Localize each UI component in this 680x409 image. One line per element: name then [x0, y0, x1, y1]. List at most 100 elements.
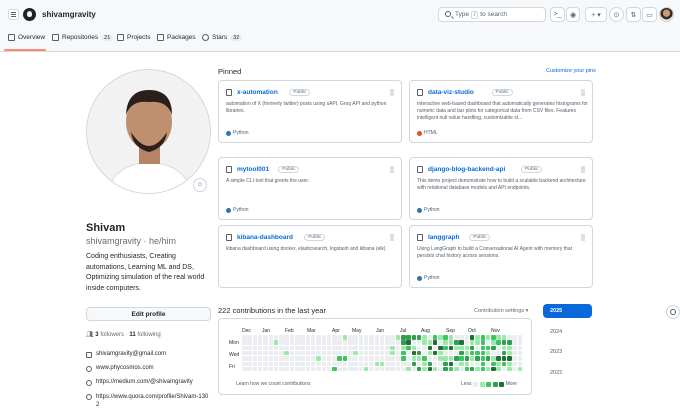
contribution-day[interactable] [326, 356, 332, 361]
contribution-day[interactable] [363, 361, 369, 366]
contribution-day[interactable] [316, 340, 321, 345]
contribution-day[interactable] [242, 366, 247, 372]
contribution-day[interactable] [321, 366, 326, 372]
contribution-day[interactable] [438, 366, 443, 372]
contribution-day[interactable] [273, 345, 279, 351]
github-logo-icon[interactable] [23, 8, 36, 21]
contribution-day[interactable] [305, 345, 311, 351]
contribution-day[interactable] [469, 361, 475, 366]
contribution-day[interactable] [475, 366, 480, 372]
contribution-day[interactable] [289, 335, 295, 340]
contribution-day[interactable] [385, 345, 390, 351]
tab-projects[interactable]: Projects [117, 34, 150, 41]
contribution-day[interactable] [332, 345, 337, 351]
contribution-day[interactable] [480, 361, 485, 366]
contribution-day[interactable] [374, 366, 379, 372]
email-link[interactable]: shivamgravity@gmail.com [86, 351, 166, 358]
contribution-day[interactable] [247, 366, 252, 372]
contribution-day[interactable] [427, 361, 432, 366]
copilot-icon[interactable]: ◉ [566, 7, 580, 22]
contribution-day[interactable] [422, 345, 427, 351]
contribution-day[interactable] [443, 340, 448, 345]
contribution-day[interactable] [485, 361, 491, 366]
contribution-day[interactable] [480, 340, 485, 345]
contribution-day[interactable] [263, 335, 268, 340]
contribution-day[interactable] [273, 366, 279, 372]
contribution-day[interactable] [411, 335, 417, 340]
contribution-day[interactable] [475, 340, 480, 345]
contribution-day[interactable] [464, 366, 470, 372]
quora-text[interactable]: https://www.quora.com/profile/Shivam-130 [96, 394, 208, 400]
contribution-day[interactable] [374, 345, 379, 351]
contribution-day[interactable] [464, 340, 470, 345]
contribution-day[interactable] [507, 350, 512, 356]
contribution-day[interactable] [326, 366, 332, 372]
contribution-day[interactable] [337, 356, 342, 361]
contribution-day[interactable] [358, 335, 364, 340]
contribution-day[interactable] [316, 345, 321, 351]
contribution-day[interactable] [268, 345, 273, 351]
contribution-day[interactable] [353, 356, 358, 361]
contribution-day[interactable] [496, 361, 501, 366]
contribution-day[interactable] [300, 366, 305, 372]
contribution-day[interactable] [459, 345, 464, 351]
issues-icon[interactable]: ⊙ [609, 7, 624, 22]
contribution-day[interactable] [512, 366, 517, 372]
contribution-day[interactable] [416, 340, 422, 345]
contribution-day[interactable] [289, 361, 295, 366]
contribution-day[interactable] [316, 335, 321, 340]
contribution-day[interactable] [517, 335, 523, 340]
contribution-day[interactable] [300, 345, 305, 351]
contribution-day[interactable] [507, 356, 512, 361]
contribution-day[interactable] [454, 335, 459, 340]
contribution-day[interactable] [337, 345, 342, 351]
contribution-day[interactable] [401, 361, 406, 366]
contribution-day[interactable] [353, 335, 358, 340]
contribution-day[interactable] [369, 345, 374, 351]
contribution-day[interactable] [395, 350, 401, 356]
search-input[interactable]: Type / to search [438, 7, 546, 22]
contribution-day[interactable] [337, 335, 342, 340]
contribution-day[interactable] [305, 361, 311, 366]
contribution-day[interactable] [464, 345, 470, 351]
contribution-day[interactable] [406, 350, 411, 356]
contribution-day[interactable] [406, 356, 411, 361]
contribution-day[interactable] [422, 356, 427, 361]
contribution-day[interactable] [411, 350, 417, 356]
repo-name-link[interactable]: data-viz-studio [428, 89, 474, 96]
contribution-day[interactable] [342, 366, 348, 372]
contribution-day[interactable] [469, 350, 475, 356]
contribution-day[interactable] [326, 335, 332, 340]
contribution-day[interactable] [432, 361, 438, 366]
inbox-icon[interactable]: ▭ [642, 7, 657, 22]
contribution-day[interactable] [353, 366, 358, 372]
header-username[interactable]: shivamgravity [42, 10, 96, 19]
contribution-day[interactable] [363, 340, 369, 345]
contribution-day[interactable] [512, 345, 517, 351]
contribution-day[interactable] [443, 361, 448, 366]
pull-requests-icon[interactable]: ⇅ [626, 7, 641, 22]
edit-profile-button[interactable]: Edit profile [86, 307, 211, 321]
contribution-day[interactable] [268, 366, 273, 372]
contribution-day[interactable] [507, 345, 512, 351]
contribution-day[interactable] [485, 345, 491, 351]
contribution-day[interactable] [443, 356, 448, 361]
contribution-day[interactable] [512, 340, 517, 345]
contribution-day[interactable] [485, 356, 491, 361]
contribution-day[interactable] [268, 350, 273, 356]
contribution-day[interactable] [295, 356, 300, 361]
tab-repositories[interactable]: Repositories 21 [52, 34, 114, 41]
contribution-day[interactable] [416, 361, 422, 366]
contribution-day[interactable] [438, 345, 443, 351]
website-text[interactable]: www.phycosmos.com [96, 365, 154, 371]
contribution-day[interactable] [284, 356, 289, 361]
tab-overview[interactable]: Overview [8, 34, 45, 41]
contribution-day[interactable] [348, 361, 353, 366]
contribution-day[interactable] [422, 350, 427, 356]
contribution-day[interactable] [300, 356, 305, 361]
contribution-day[interactable] [369, 361, 374, 366]
drag-handle-icon[interactable] [390, 234, 394, 241]
contribution-day[interactable] [321, 335, 326, 340]
contribution-day[interactable] [363, 335, 369, 340]
contribution-day[interactable] [374, 340, 379, 345]
